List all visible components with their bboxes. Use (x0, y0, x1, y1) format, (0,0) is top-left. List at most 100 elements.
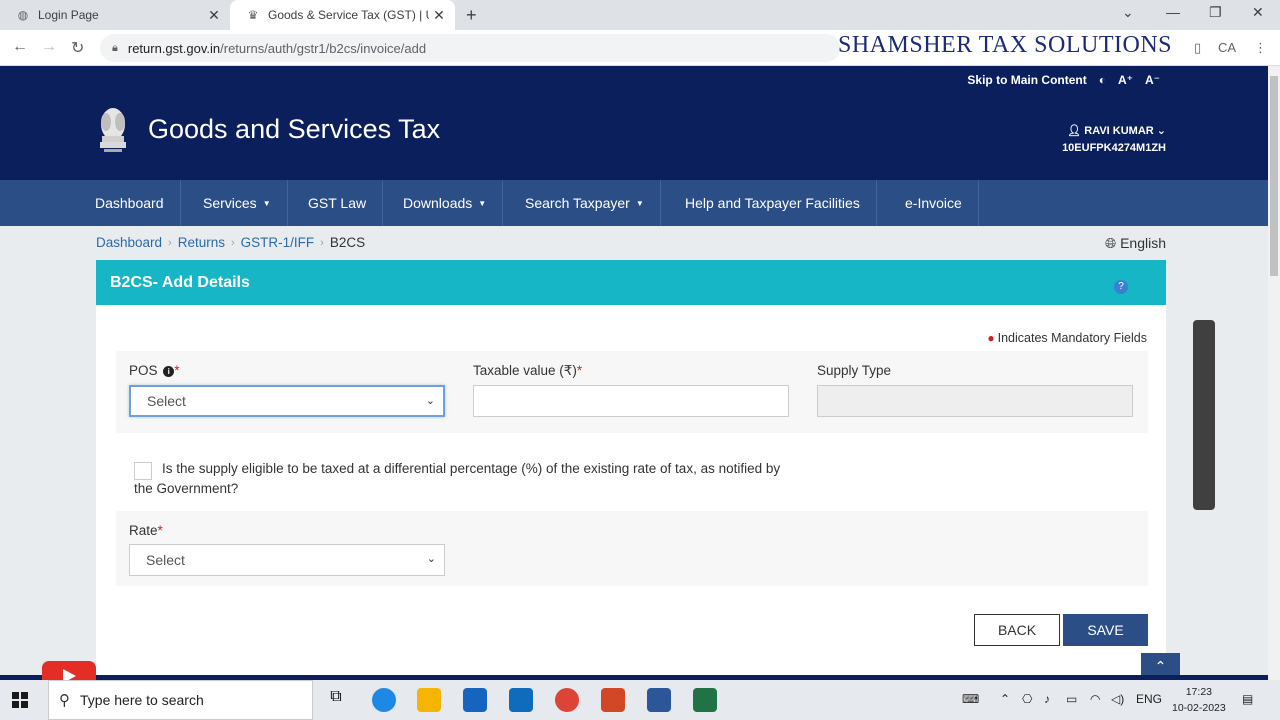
ca-extension-icon[interactable]: CA (1218, 40, 1236, 55)
url-field[interactable]: 🔒︎ return.gst.gov.in/returns/auth/gstr1/… (100, 34, 840, 62)
form-title: B2CS- Add Details (110, 274, 250, 291)
forward-arrow-icon[interactable]: → (41, 38, 57, 56)
mail-icon[interactable] (509, 688, 533, 712)
word-icon[interactable] (647, 688, 671, 712)
pos-label: POS i * (129, 363, 180, 378)
pos-select[interactable]: Select ⌄ (129, 385, 445, 417)
chevron-down-icon: ⌄ (426, 553, 436, 565)
breadcrumb: Dashboard › Returns › GSTR-1/IFF › B2CS (96, 235, 365, 250)
breadcrumb-current: B2CS (329, 235, 366, 250)
nav-help-taxpayer-facilities[interactable]: Help and Taxpayer Facilities (669, 180, 877, 226)
breadcrumb-returns[interactable]: Returns (178, 235, 225, 250)
back-button[interactable]: BACK (974, 614, 1060, 646)
new-tab-icon[interactable]: + (466, 5, 477, 26)
reload-icon[interactable]: ↻ (71, 38, 84, 58)
taskbar-clock[interactable]: 17:23 10-02-2023 (1172, 684, 1226, 716)
meet-icon[interactable]: ⎔ (1022, 692, 1032, 706)
breadcrumb-separator: › (231, 236, 235, 249)
tab-label: Goods & Service Tax (GST) | User (268, 8, 429, 22)
lock-icon: 🔒︎ (112, 41, 118, 54)
windows-start-icon[interactable] (12, 692, 28, 708)
taskbar-search[interactable]: ⚲ Type here to search (48, 680, 313, 720)
font-decrease-button[interactable]: A⁻ (1145, 73, 1160, 87)
site-title[interactable]: Goods and Services Tax (148, 114, 440, 145)
supply-type-label: Supply Type (817, 363, 892, 378)
input-language[interactable]: ENG (1136, 692, 1162, 706)
form-panel-header: B2CS- Add Details ? (96, 260, 1166, 305)
contrast-icon[interactable]: ◐ (1099, 73, 1106, 87)
save-button[interactable]: SAVE (1063, 614, 1148, 646)
mandatory-note: ● Indicates Mandatory Fields (987, 331, 1147, 345)
rate-label: Rate* (129, 523, 163, 538)
rate-select[interactable]: Select ⌄ (129, 544, 445, 576)
language-selector[interactable]: 🌐︎ English (1105, 235, 1166, 252)
nav-dashboard[interactable]: Dashboard (79, 180, 181, 226)
breadcrumb-gstr1-iff[interactable]: GSTR-1/IFF (241, 235, 315, 250)
accessibility-bar: Skip to Main Content ◐ A⁺ A⁻ (967, 73, 1160, 87)
battery-icon[interactable]: ▭ (1066, 692, 1077, 706)
info-icon[interactable]: i (163, 366, 175, 377)
edge-icon[interactable] (372, 688, 396, 712)
tab-gst-user[interactable]: ♛ Goods & Service Tax (GST) | User ✕ (230, 0, 455, 30)
close-tab-icon[interactable]: ✕ (204, 7, 224, 24)
page-scrollbar[interactable] (1268, 66, 1280, 680)
help-icon[interactable]: ? (1114, 280, 1128, 294)
recorder-toolbar[interactable] (1193, 320, 1215, 510)
nav-search-taxpayer[interactable]: Search Taxpayer ▼ (509, 180, 661, 226)
skip-to-main-link[interactable]: Skip to Main Content (967, 73, 1086, 87)
national-emblem-icon (100, 108, 126, 152)
required-dot-icon: ● (987, 331, 995, 345)
volume-icon[interactable]: ◁) (1111, 692, 1124, 706)
tray-chevron-icon[interactable]: ⌃ (1000, 692, 1010, 706)
powerpoint-icon[interactable] (601, 688, 625, 712)
globe-icon: 🌐︎ (1104, 235, 1121, 251)
taxable-value-label: Taxable value (₹)* (473, 363, 583, 378)
caret-down-icon: ▼ (262, 198, 271, 208)
chrome-icon[interactable] (555, 688, 579, 712)
clock-time: 17:23 (1185, 686, 1212, 698)
caret-down-icon: ▼ (635, 198, 644, 208)
supply-type-field (817, 385, 1133, 417)
nav-services[interactable]: Services ▼ (187, 180, 288, 226)
url-path: /returns/auth/gstr1/b2cs/invoice/add (220, 40, 427, 56)
menu-dots-icon[interactable]: ⋮ (1254, 40, 1267, 56)
file-explorer-icon[interactable] (417, 688, 441, 712)
differential-rate-label: Is the supply eligible to be taxed at a … (134, 461, 781, 496)
main-nav: Dashboard Services ▼ GST Law Downloads ▼ S… (0, 180, 1268, 226)
chevron-down-icon[interactable]: ⌄ (1122, 4, 1134, 21)
close-tab-icon[interactable]: ✕ (429, 7, 449, 24)
task-view-icon[interactable]: ⧉ (324, 688, 348, 712)
close-window-icon[interactable]: ✕ (1252, 4, 1264, 21)
wifi-icon[interactable]: ◠ (1090, 692, 1100, 706)
restore-icon[interactable]: ❐ (1209, 4, 1222, 21)
tab-login-page[interactable]: ◍ Login Page ✕ (0, 0, 230, 30)
breadcrumb-separator: › (320, 236, 324, 249)
taxable-value-input[interactable] (473, 385, 789, 417)
chevron-down-icon: ⌄ (1153, 125, 1166, 137)
chevron-down-icon: ⌄ (425, 395, 435, 407)
search-icon: ⚲ (59, 692, 70, 709)
caret-down-icon: ▼ (478, 198, 487, 208)
user-name: RAVI KUMAR (1084, 125, 1154, 137)
microphone-icon[interactable]: ♪ (1044, 692, 1050, 706)
browser-tab-bar: ◍ Login Page ✕ ♛ Goods & Service Tax (GS… (0, 0, 1280, 30)
excel-icon[interactable] (693, 688, 717, 712)
notifications-icon[interactable]: ▤ (1242, 692, 1253, 706)
nav-gst-law[interactable]: GST Law (292, 180, 384, 226)
user-menu[interactable]: 👤︎ RAVI KUMAR ⌄ 10EUFPK4274M1ZH (1062, 123, 1166, 157)
breadcrumb-dashboard[interactable]: Dashboard (96, 235, 162, 250)
globe-icon: ◍ (17, 8, 29, 22)
breadcrumb-separator: › (168, 236, 172, 249)
back-arrow-icon[interactable]: ← (12, 38, 28, 56)
keyboard-icon[interactable]: ⌨ (962, 692, 979, 706)
store-icon[interactable] (463, 688, 487, 712)
clock-date: 10-02-2023 (1172, 702, 1226, 714)
minimize-icon[interactable]: — (1166, 4, 1180, 20)
scrollbar-thumb[interactable] (1270, 76, 1278, 276)
user-icon: 👤︎ (1067, 125, 1085, 137)
sidebar-icon[interactable]: ▯ (1194, 40, 1201, 56)
form-panel: ● Indicates Mandatory Fields POS i * Selec… (96, 305, 1166, 675)
font-increase-button[interactable]: A⁺ (1118, 73, 1133, 87)
nav-e-invoice[interactable]: e-Invoice (889, 180, 979, 226)
nav-downloads[interactable]: Downloads ▼ (387, 180, 504, 226)
